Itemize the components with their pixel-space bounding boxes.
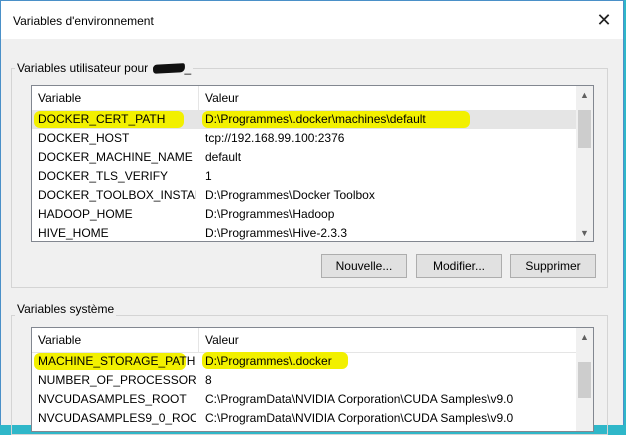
variable-value: default bbox=[205, 150, 242, 164]
variable-name: DOCKER_MACHINE_NAME bbox=[38, 150, 193, 164]
table-row[interactable]: NVCUDASAMPLES_ROOT C:\ProgramData\NVIDIA… bbox=[32, 390, 576, 409]
edit-button[interactable]: Modifier... bbox=[416, 254, 502, 278]
variable-value: C:\ProgramData\NVIDIA Corporation\CUDA S… bbox=[205, 392, 514, 406]
user-list-scrollbar[interactable]: ▲ ▼ bbox=[576, 86, 593, 241]
column-header-variable[interactable]: Variable bbox=[32, 328, 199, 352]
user-variables-label: Variables utilisateur pour _ bbox=[15, 61, 194, 75]
system-list-scrollbar[interactable]: ▲ bbox=[576, 328, 593, 431]
new-button[interactable]: Nouvelle... bbox=[321, 254, 407, 278]
variable-name: DOCKER_TLS_VERIFY bbox=[38, 169, 169, 183]
variable-name: HADOOP_HOME bbox=[38, 207, 133, 221]
table-row[interactable]: DOCKER_HOST tcp://192.168.99.100:2376 bbox=[32, 129, 576, 148]
variable-name: NVCUDASAMPLES9_0_ROOT bbox=[38, 411, 196, 425]
title-bar: Variables d'environnement ✕ bbox=[1, 1, 623, 39]
list-header: Variable Valeur bbox=[32, 86, 576, 111]
window-title: Variables d'environnement bbox=[13, 14, 154, 28]
close-icon: ✕ bbox=[596, 9, 612, 30]
variable-value: 1 bbox=[205, 169, 212, 183]
variable-value: tcp://192.168.99.100:2376 bbox=[205, 131, 345, 145]
variable-name: MACHINE_STORAGE_PATH bbox=[38, 354, 196, 368]
redacted-username bbox=[152, 63, 185, 75]
variable-value: C:\ProgramData\NVIDIA Corporation\CUDA S… bbox=[205, 411, 514, 425]
column-header-value[interactable]: Valeur bbox=[199, 328, 578, 352]
scroll-up-icon[interactable]: ▲ bbox=[576, 328, 593, 345]
variable-name: HIVE_HOME bbox=[38, 226, 109, 240]
column-header-variable[interactable]: Variable bbox=[32, 86, 199, 110]
scrollbar-thumb[interactable] bbox=[578, 362, 591, 398]
table-row[interactable]: MACHINE_STORAGE_PATH D:\Programmes\.dock… bbox=[32, 352, 576, 371]
system-variables-list[interactable]: Variable Valeur MACHINE_STORAGE_PATH D:\… bbox=[31, 327, 594, 432]
variable-value: D:\Programmes\Docker Toolbox bbox=[205, 188, 375, 202]
scrollbar-thumb[interactable] bbox=[578, 110, 591, 148]
user-variables-list[interactable]: Variable Valeur DOCKER_CERT_PATH D:\Prog… bbox=[31, 85, 594, 242]
environment-variables-dialog: Variables d'environnement ✕ Variables ut… bbox=[0, 0, 624, 435]
table-row[interactable]: NUMBER_OF_PROCESSORS 8 bbox=[32, 371, 576, 390]
variable-name: NUMBER_OF_PROCESSORS bbox=[38, 373, 196, 387]
variable-value: D:\Programmes\Hive-2.3.3 bbox=[205, 226, 348, 240]
table-row[interactable]: DOCKER_MACHINE_NAME default bbox=[32, 148, 576, 167]
close-button[interactable]: ✕ bbox=[589, 5, 619, 35]
variable-name: NVCUDASAMPLES_ROOT bbox=[38, 392, 187, 406]
scroll-down-icon[interactable]: ▼ bbox=[576, 224, 593, 241]
table-row[interactable]: HIVE_HOME D:\Programmes\Hive-2.3.3 bbox=[32, 224, 576, 241]
system-variables-label: Variables système bbox=[15, 302, 117, 316]
table-row[interactable]: DOCKER_TOOLBOX_INSTAL... D:\Programmes\D… bbox=[32, 186, 576, 205]
table-row[interactable]: HADOOP_HOME D:\Programmes\Hadoop bbox=[32, 205, 576, 224]
variable-value: 8 bbox=[205, 373, 212, 387]
variable-name: DOCKER_TOOLBOX_INSTAL... bbox=[38, 188, 196, 202]
variable-name: DOCKER_CERT_PATH bbox=[38, 112, 166, 126]
table-row[interactable]: NVCUDASAMPLES9_0_ROOT C:\ProgramData\NVI… bbox=[32, 409, 576, 428]
table-row[interactable]: DOCKER_TLS_VERIFY 1 bbox=[32, 167, 576, 186]
variable-value: D:\Programmes\Hadoop bbox=[205, 207, 335, 221]
scroll-up-icon[interactable]: ▲ bbox=[576, 86, 593, 103]
variable-name: DOCKER_HOST bbox=[38, 131, 130, 145]
list-header: Variable Valeur bbox=[32, 328, 576, 353]
table-row[interactable]: DOCKER_CERT_PATH D:\Programmes\.docker\m… bbox=[32, 110, 576, 129]
column-header-value[interactable]: Valeur bbox=[199, 86, 578, 110]
variable-value: D:\Programmes\.docker\machines\default bbox=[205, 112, 426, 126]
variable-value: D:\Programmes\.docker bbox=[205, 354, 332, 368]
delete-button[interactable]: Supprimer bbox=[510, 254, 596, 278]
